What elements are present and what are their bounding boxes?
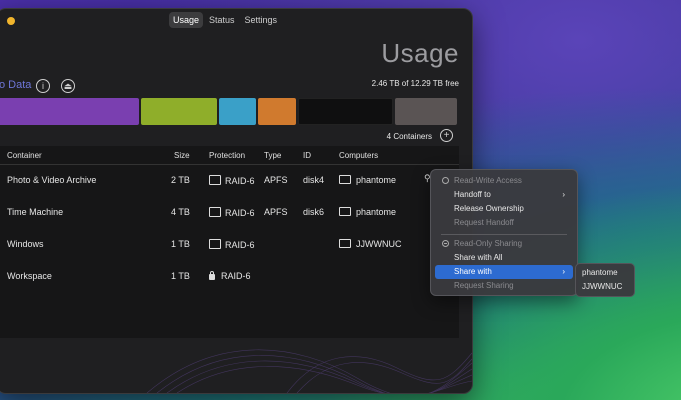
container-size: 2 TB <box>171 175 190 185</box>
menu-section-read-write: Read-Write Access <box>435 174 573 188</box>
menu-section-read-only: Read-Only Sharing <box>435 237 573 251</box>
container-protection: RAID-6 <box>209 271 251 281</box>
col-type[interactable]: Type <box>264 151 281 160</box>
share-with-submenu: phantome JJWWNUC <box>575 263 635 297</box>
container-name: Workspace <box>7 271 52 281</box>
chevron-right-icon: › <box>562 267 565 276</box>
container-computer: JJWWNUC <box>339 239 402 249</box>
usage-bar <box>0 98 459 125</box>
tab-settings[interactable]: Settings <box>241 12 282 28</box>
usage-segment-workspace[interactable] <box>258 98 296 125</box>
menu-item-request-handoff: Request Handoff <box>454 218 514 227</box>
menu-item-handoff-to[interactable]: Handoff to › <box>435 188 573 202</box>
usage-segment-other <box>395 98 457 125</box>
minus-circle-icon <box>442 240 449 247</box>
col-size[interactable]: Size <box>174 151 190 160</box>
container-computer: phantome <box>339 175 396 185</box>
usage-segment-windows[interactable] <box>219 98 256 125</box>
drive-icon <box>209 239 221 249</box>
containers-count: 4 Containers <box>386 132 432 141</box>
container-id: disk4 <box>303 175 325 185</box>
radio-icon <box>442 177 449 184</box>
tab-bar: Usage Status Settings <box>169 12 281 28</box>
usage-segment-photo-video[interactable] <box>0 98 139 125</box>
eject-icon[interactable]: ⏏ <box>61 79 75 93</box>
container-name: Photo & Video Archive <box>7 175 97 185</box>
usage-segment-free <box>298 98 393 125</box>
tab-usage[interactable]: Usage <box>169 12 204 28</box>
main-window: Usage Status Settings Usage o Data i ⏏ 2… <box>0 8 473 394</box>
table-row[interactable]: Time Machine 4 TB RAID-6 APFS disk6 phan… <box>0 196 459 228</box>
free-space-label: 2.46 TB of 12.29 TB free <box>371 79 459 88</box>
container-protection: RAID-6 <box>209 239 255 250</box>
container-computer: phantome <box>339 207 396 217</box>
minimize-button[interactable] <box>7 17 15 25</box>
decorative-wave-pattern <box>146 349 472 393</box>
menu-separator <box>441 234 567 235</box>
col-protection[interactable]: Protection <box>209 151 245 160</box>
lock-icon <box>209 271 215 280</box>
container-name: Time Machine <box>7 207 64 217</box>
info-icon[interactable]: i <box>36 79 50 93</box>
container-type: APFS <box>264 207 288 217</box>
col-id[interactable]: ID <box>303 151 311 160</box>
col-computers[interactable]: Computers <box>339 151 378 160</box>
usage-segment-time-machine[interactable] <box>141 98 217 125</box>
containers-table: Container Size Protection Type ID Comput… <box>0 146 459 338</box>
menu-item-share-with-all[interactable]: Share with All <box>435 251 573 265</box>
monitor-icon <box>339 239 351 248</box>
drive-icon <box>209 207 221 217</box>
context-menu: Read-Write Access Handoff to › Release Ow… <box>430 169 578 296</box>
menu-item-share-with[interactable]: Share with › <box>435 265 573 279</box>
container-type: APFS <box>264 175 288 185</box>
page-title: Usage <box>381 38 459 68</box>
container-protection: RAID-6 <box>209 207 255 218</box>
container-size: 4 TB <box>171 207 190 217</box>
volume-name[interactable]: o Data <box>0 79 31 91</box>
table-header: Container Size Protection Type ID Comput… <box>0 146 459 165</box>
tab-status[interactable]: Status <box>205 12 239 28</box>
monitor-icon <box>339 207 351 216</box>
titlebar: Usage Status Settings <box>0 9 472 33</box>
submenu-item-jjwwnuc[interactable]: JJWWNUC <box>582 282 622 291</box>
drive-icon <box>209 175 221 185</box>
submenu-item-phantome[interactable]: phantome <box>582 268 618 277</box>
add-container-icon[interactable]: + <box>440 129 453 142</box>
container-size: 1 TB <box>171 239 190 249</box>
container-size: 1 TB <box>171 271 190 281</box>
container-name: Windows <box>7 239 44 249</box>
container-id: disk6 <box>303 207 325 217</box>
col-container[interactable]: Container <box>7 151 42 160</box>
menu-item-release-ownership[interactable]: Release Ownership <box>435 202 573 216</box>
table-row[interactable]: Windows 1 TB RAID-6 JJWWNUC <box>0 228 459 260</box>
chevron-right-icon: › <box>562 190 565 199</box>
menu-item-request-sharing: Request Sharing <box>454 281 514 290</box>
container-protection: RAID-6 <box>209 175 255 186</box>
monitor-icon <box>339 175 351 184</box>
table-row[interactable]: Workspace 1 TB RAID-6 <box>0 260 459 292</box>
table-row[interactable]: Photo & Video Archive 2 TB RAID-6 APFS d… <box>0 164 459 196</box>
